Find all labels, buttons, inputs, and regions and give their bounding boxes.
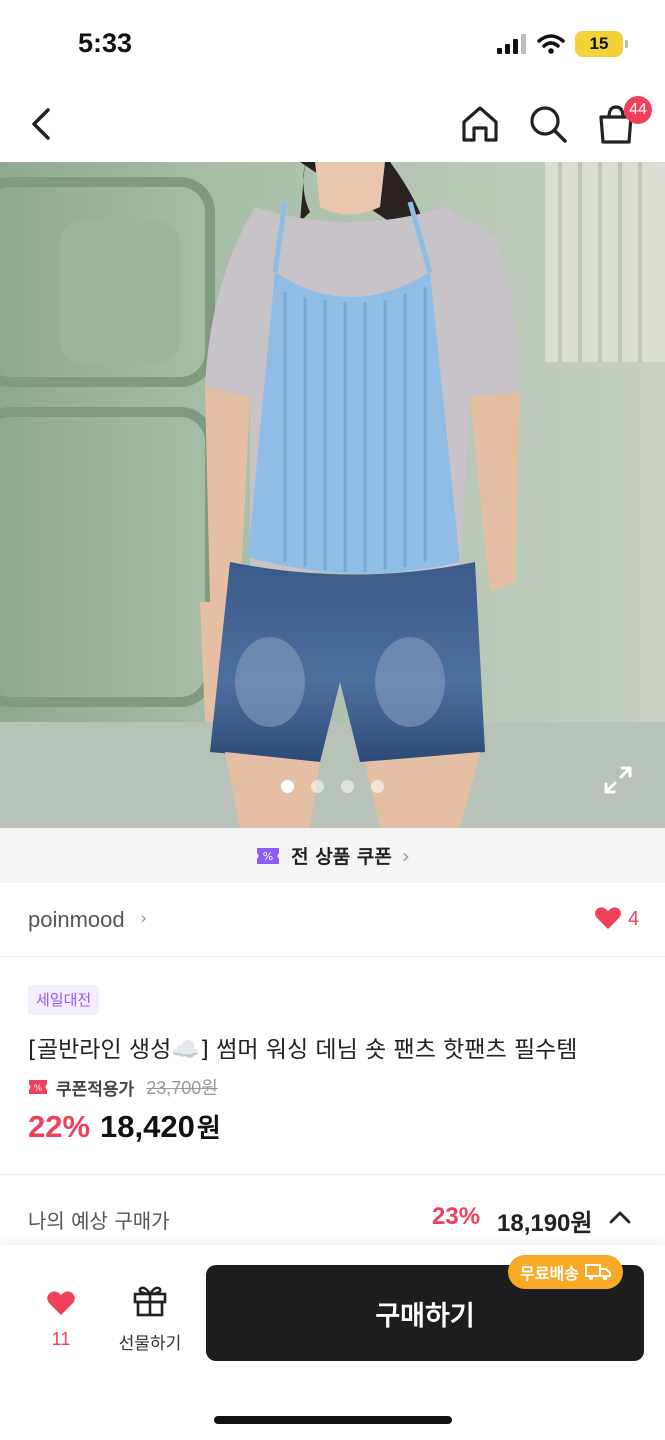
home-icon[interactable] <box>458 102 502 146</box>
home-indicator[interactable] <box>214 1416 452 1424</box>
expected-price: 18,190원 <box>497 1210 593 1237</box>
status-icons: 15 <box>497 30 628 58</box>
carousel-dot[interactable] <box>341 780 354 793</box>
status-time: 5:33 <box>78 28 133 58</box>
all-products-coupon-banner[interactable]: % 전 상품 쿠폰 › <box>0 828 665 883</box>
coupon-price-label: 쿠폰적용가 <box>56 1079 135 1100</box>
carousel-dot[interactable] <box>281 780 294 793</box>
wifi-icon <box>537 34 565 54</box>
chevron-up-icon[interactable] <box>608 1207 632 1227</box>
brand-name-link[interactable]: poinmood <box>28 907 125 933</box>
wishlist-count: 11 <box>51 1329 71 1349</box>
coupon-banner-label: 전 상품 쿠폰 <box>291 846 392 868</box>
svg-text:%: % <box>263 850 273 863</box>
wishlist-button[interactable]: 11 <box>30 1281 92 1351</box>
sale-price-unit: 원 <box>196 1114 221 1144</box>
delivery-truck-icon <box>584 1264 611 1281</box>
top-navigation-bar <box>0 88 665 162</box>
carousel-dot[interactable] <box>371 780 384 793</box>
expected-price-label: 나의 예상 구매가 <box>28 1209 170 1233</box>
sale-price: 18,420 <box>100 1109 195 1144</box>
gift-button[interactable]: 선물하기 <box>110 1281 190 1354</box>
product-photo <box>0 162 665 828</box>
back-arrow-icon[interactable] <box>22 102 62 146</box>
bottom-action-bar: 11 선물하기 구매하기 무료배송 <box>0 1245 665 1440</box>
product-title: [골반라인 생성☁️] 썸머 워싱 데님 숏 팬츠 핫팬츠 필수템 <box>28 1037 578 1063</box>
status-bar: 5:33 15 <box>0 0 665 88</box>
carousel-dot[interactable] <box>311 780 324 793</box>
coupon-icon: % <box>257 847 280 864</box>
search-icon[interactable] <box>526 102 570 146</box>
battery-level: 15 <box>589 34 609 53</box>
chevron-right-icon: › <box>140 908 148 929</box>
expected-price-row[interactable]: 나의 예상 구매가 23% 18,190원 <box>0 1175 665 1245</box>
battery-indicator: 15 <box>575 31 628 57</box>
product-image-carousel[interactable] <box>0 162 665 828</box>
carousel-pagination <box>0 780 665 796</box>
coupon-icon: % <box>29 1080 47 1094</box>
cellular-signal-icon <box>497 34 526 54</box>
heart-icon[interactable] <box>594 905 622 931</box>
cart-count-badge: 44 <box>624 96 652 124</box>
svg-text:%: % <box>34 1084 43 1094</box>
discount-rate: 22% <box>28 1109 91 1144</box>
heart-icon <box>47 1291 75 1315</box>
expand-fullscreen-icon[interactable] <box>600 762 636 798</box>
brand-like-count: 4 <box>628 908 640 930</box>
original-price: 23,700원 <box>146 1078 218 1098</box>
free-shipping-label: 무료배송 <box>520 1264 579 1283</box>
brand-row: poinmood › 4 <box>0 883 665 957</box>
buy-button-label: 구매하기 <box>375 1300 475 1332</box>
gift-icon <box>133 1286 167 1317</box>
chevron-right-icon: › <box>401 843 410 868</box>
expected-discount-rate: 23% <box>432 1203 481 1230</box>
sale-price-row: 22% 18,420 원 <box>28 1108 221 1145</box>
free-shipping-badge: 무료배송 <box>508 1255 623 1289</box>
gift-label: 선물하기 <box>118 1334 182 1354</box>
coupon-price-row: % 쿠폰적용가 23,700원 <box>28 1074 218 1100</box>
sale-event-badge: 세일대전 <box>28 985 100 1015</box>
